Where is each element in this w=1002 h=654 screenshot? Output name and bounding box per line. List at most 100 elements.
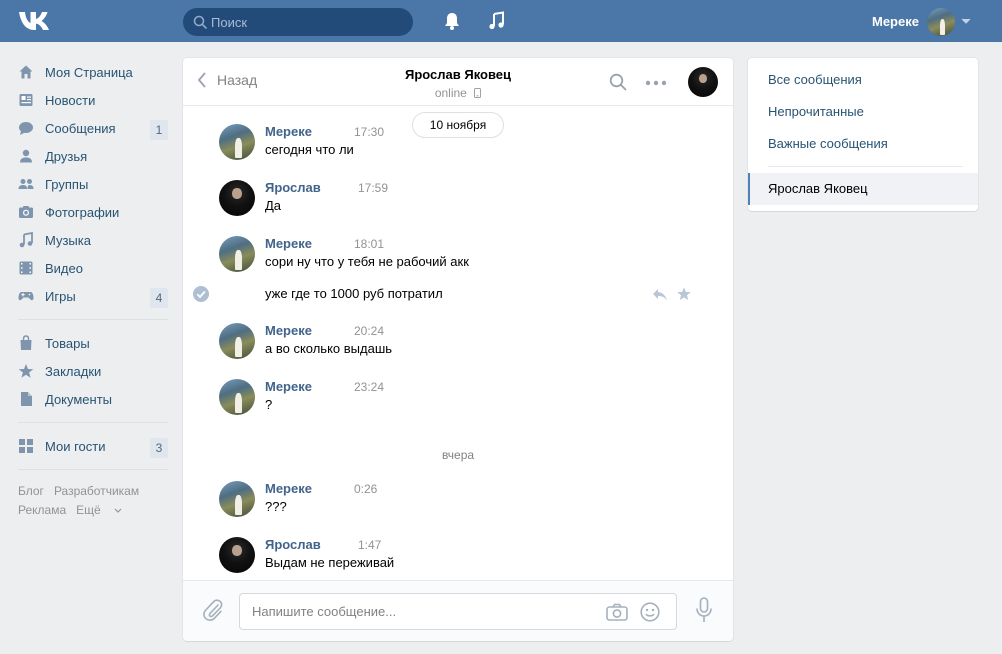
star-icon[interactable] (677, 287, 691, 301)
sidebar-item-messages[interactable]: Сообщения 1 (18, 114, 168, 142)
vk-logo-icon[interactable] (18, 10, 52, 32)
mobile-phone-icon (474, 88, 482, 98)
games-count-badge: 4 (150, 288, 168, 308)
sidebar-footer: Блог Разработчикам Реклама Ещё (18, 482, 168, 520)
sidebar-item-my-page[interactable]: Моя Страница (18, 58, 168, 86)
user-avatar[interactable] (219, 124, 255, 160)
sidebar-item-label: Фотографии (45, 204, 120, 220)
header-avatar[interactable] (927, 8, 955, 36)
games-icon (18, 288, 34, 304)
groups-icon (18, 176, 34, 192)
message-text: Да (265, 198, 282, 213)
contact-avatar[interactable] (219, 180, 255, 216)
sidebar-item-guests[interactable]: Мои гости 3 (18, 432, 168, 460)
date-pill: 10 ноября (412, 112, 504, 138)
user-avatar[interactable] (219, 236, 255, 272)
filter-unread[interactable]: Непрочитанные (768, 104, 864, 119)
message-time: 20:24 (354, 324, 385, 338)
footer-link-developers[interactable]: Разработчикам (54, 484, 139, 498)
messages-count-badge: 1 (150, 120, 168, 140)
message-text: сегодня что ли (265, 142, 354, 157)
message-author[interactable]: Ярослав (265, 537, 321, 552)
bell-icon[interactable] (442, 11, 462, 31)
footer-link-blog[interactable]: Блог (18, 484, 44, 498)
message-author[interactable]: Мереке (265, 379, 312, 394)
message-author[interactable]: Мереке (265, 236, 312, 251)
dialogs-filter-panel: Все сообщения Непрочитанные Важные сообщ… (748, 58, 978, 211)
message-composer (183, 580, 733, 641)
sidebar-item-goods[interactable]: Товары (18, 329, 168, 357)
message-author[interactable]: Мереке (265, 323, 312, 338)
top-header: Мереке (0, 0, 1002, 42)
footer-link-more[interactable]: Ещё (76, 503, 122, 517)
sidebar-item-documents[interactable]: Документы (18, 385, 168, 413)
sidebar-divider (18, 469, 168, 470)
message-time: 17:30 (354, 125, 385, 139)
friends-icon (18, 148, 34, 164)
more-dots-icon[interactable] (645, 80, 667, 86)
message-author[interactable]: Мереке (265, 124, 312, 139)
chevron-down-icon[interactable] (961, 18, 971, 24)
smile-icon[interactable] (640, 602, 660, 622)
sidebar-item-bookmarks[interactable]: Закладки (18, 357, 168, 385)
sidebar-item-label: Сообщения (45, 120, 116, 136)
contact-avatar[interactable] (219, 537, 255, 573)
message-text: Выдам не переживай (265, 555, 395, 570)
sidebar-item-label: Моя Страница (45, 64, 133, 80)
message-time: 23:24 (354, 380, 385, 394)
search-input[interactable] (211, 8, 401, 36)
messages-icon (18, 120, 34, 136)
active-dialog-item[interactable]: Ярослав Яковец (748, 173, 978, 205)
message-text: уже где то 1000 руб потратил (265, 286, 443, 301)
sidebar-item-friends[interactable]: Друзья (18, 142, 168, 170)
sidebar-item-label: Друзья (45, 148, 88, 164)
sidebar-divider (18, 422, 168, 423)
guests-count-badge: 3 (150, 438, 168, 458)
user-avatar[interactable] (219, 323, 255, 359)
sidebar-item-photos[interactable]: Фотографии (18, 198, 168, 226)
online-status-text: online (434, 86, 467, 100)
header-username[interactable]: Мереке (872, 14, 919, 29)
message-time: 0:26 (354, 482, 378, 496)
sidebar-item-label: Игры (45, 288, 76, 304)
contact-avatar[interactable] (688, 67, 718, 97)
reply-icon[interactable] (652, 288, 668, 302)
video-icon (18, 260, 34, 276)
music-note-icon[interactable] (487, 11, 507, 31)
sidebar-item-video[interactable]: Видео (18, 254, 168, 282)
sidebar-item-news[interactable]: Новости (18, 86, 168, 114)
sidebar-item-label: Группы (45, 176, 89, 192)
sidebar-item-music[interactable]: Музыка (18, 226, 168, 254)
filter-important[interactable]: Важные сообщения (768, 136, 888, 151)
camera-icon[interactable] (606, 603, 628, 621)
sidebar-item-games[interactable]: Игры 4 (18, 282, 168, 310)
user-avatar[interactable] (219, 379, 255, 415)
check-circle-icon[interactable] (193, 286, 209, 302)
sidebar-item-groups[interactable]: Группы (18, 170, 168, 198)
news-icon (18, 92, 34, 108)
guests-icon (18, 438, 34, 454)
footer-link-ads[interactable]: Реклама (18, 503, 66, 517)
search-icon (193, 15, 207, 29)
message-author[interactable]: Ярослав (265, 180, 321, 195)
search-icon[interactable] (609, 73, 627, 91)
left-sidebar: Моя Страница Новости Сообщения 1 Друзья … (18, 58, 168, 520)
message-time: 17:59 (358, 181, 389, 195)
message-input-box[interactable] (239, 593, 677, 630)
panel-divider (768, 166, 963, 167)
paperclip-icon[interactable] (202, 598, 224, 622)
sidebar-item-label: Видео (45, 260, 83, 276)
search-box[interactable] (183, 8, 413, 36)
microphone-icon[interactable] (695, 597, 713, 623)
message-input[interactable] (252, 594, 592, 629)
message-author[interactable]: Мереке (265, 481, 312, 496)
footer-more-label: Ещё (76, 503, 101, 517)
active-dialog-label: Ярослав Яковец (768, 181, 868, 196)
filter-all-messages[interactable]: Все сообщения (768, 72, 862, 87)
chevron-down-icon (114, 508, 122, 513)
home-icon (18, 64, 34, 80)
user-avatar[interactable] (219, 481, 255, 517)
message-text: сори ну что у тебя не рабочий акк (265, 254, 469, 269)
sidebar-item-label: Музыка (45, 232, 91, 248)
sidebar-item-label: Закладки (45, 363, 102, 379)
